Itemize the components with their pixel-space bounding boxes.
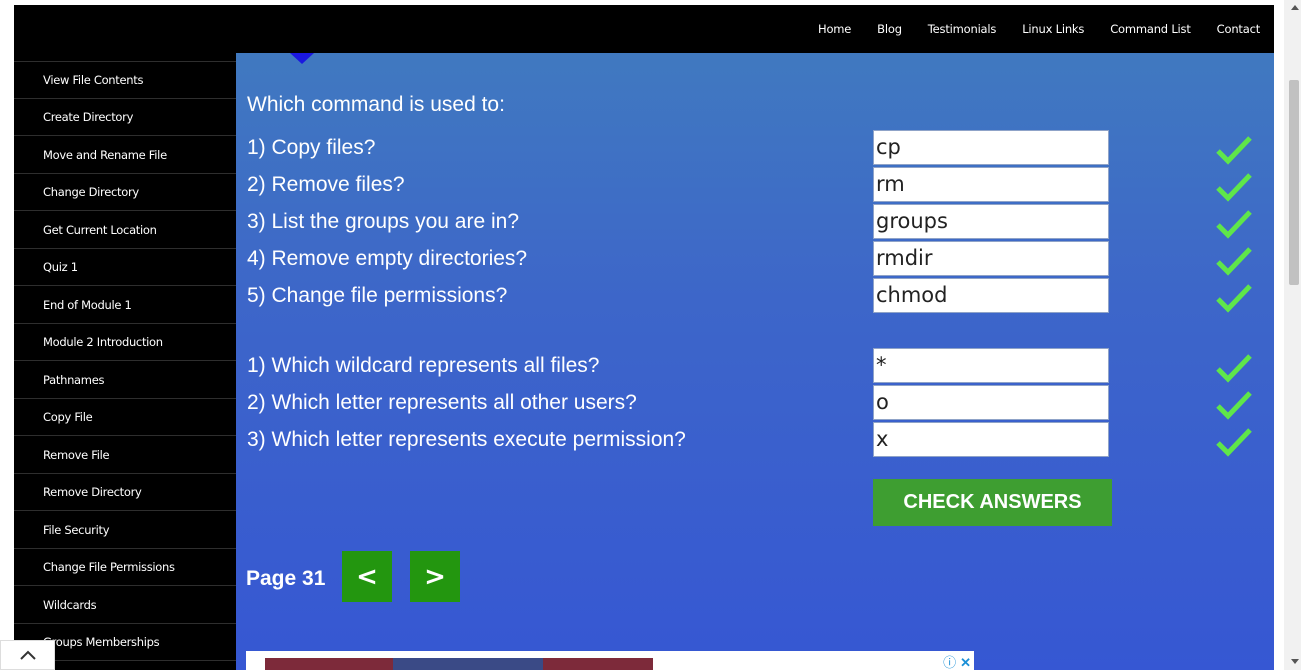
top-nav: Home Blog Testimonials Linux Links Comma… — [792, 5, 1260, 53]
answer-field[interactable]: rm — [873, 167, 1109, 202]
ad-image[interactable] — [265, 658, 653, 670]
next-page-button[interactable]: > — [410, 551, 460, 602]
checkmark-icon — [1216, 428, 1252, 457]
back-to-top-button[interactable] — [0, 640, 55, 670]
answer-field[interactable]: chmod — [873, 278, 1109, 313]
checkmark-icon — [1216, 173, 1252, 202]
question-label: 1) Which wildcard represents all files? — [247, 354, 600, 377]
checkmark-icon — [1216, 284, 1252, 313]
question-label: 1) Copy files? — [247, 136, 376, 159]
sidebar-item-remove-directory[interactable]: Remove Directory — [14, 474, 236, 511]
question-label: 2) Remove files? — [247, 173, 405, 196]
nav-linux-links[interactable]: Linux Links — [1022, 22, 1084, 36]
checkmark-icon — [1216, 210, 1252, 239]
sidebar-item-quiz-1[interactable]: Quiz 1 — [14, 249, 236, 286]
answer-field[interactable]: x — [873, 422, 1109, 457]
nav-command-list[interactable]: Command List — [1110, 22, 1191, 36]
scrollbar-thumb[interactable] — [1289, 80, 1299, 285]
close-icon[interactable]: ✕ — [960, 655, 971, 670]
info-icon[interactable]: ⓘ — [943, 655, 956, 670]
nav-home[interactable]: Home — [818, 22, 851, 36]
question-label: 2) Which letter represents all other use… — [247, 391, 637, 414]
scroll-down-arrow-icon[interactable] — [1291, 659, 1299, 664]
sidebar-item-module-2-introduction[interactable]: Module 2 Introduction — [14, 324, 236, 361]
chevron-up-icon — [19, 650, 36, 660]
sidebar-item-pathnames[interactable]: Pathnames — [14, 362, 236, 399]
scroll-up-arrow-icon[interactable] — [1291, 5, 1299, 10]
checkmark-icon — [1216, 391, 1252, 420]
sidebar-item-move-rename-file[interactable]: Move and Rename File — [14, 137, 236, 174]
advertisement-banner[interactable]: ⓘ ✕ — [246, 651, 974, 670]
quiz-heading: Which command is used to: — [247, 93, 505, 116]
question-label: 4) Remove empty directories? — [247, 247, 528, 270]
previous-page-button[interactable]: < — [342, 551, 392, 602]
quiz-panel: Which command is used to: 1) Copy files?… — [236, 53, 1274, 670]
ad-image-detail — [393, 658, 543, 670]
checkmark-icon — [1216, 354, 1252, 383]
sidebar-item-get-current-location[interactable]: Get Current Location — [14, 212, 236, 249]
answer-field[interactable]: o — [873, 385, 1109, 420]
page-number: Page 31 — [246, 567, 326, 590]
sidebar-item-change-directory[interactable]: Change Directory — [14, 174, 236, 211]
question-label: 5) Change file permissions? — [247, 284, 508, 307]
sidebar-item-copy-file[interactable]: Copy File — [14, 399, 236, 436]
nav-blog[interactable]: Blog — [877, 22, 902, 36]
nav-contact[interactable]: Contact — [1217, 22, 1261, 36]
answer-field[interactable]: * — [873, 348, 1109, 383]
sidebar-item-end-of-module-1[interactable]: End of Module 1 — [14, 287, 236, 324]
nav-testimonials[interactable]: Testimonials — [928, 22, 997, 36]
question-label: 3) Which letter represents execute permi… — [247, 428, 686, 451]
ad-controls: ⓘ ✕ — [943, 652, 971, 670]
checkmark-icon — [1216, 247, 1252, 276]
top-navigation-bar: Home Blog Testimonials Linux Links Comma… — [14, 5, 1274, 53]
left-margin — [0, 0, 14, 670]
sidebar: View File Contents Create Directory Move… — [14, 53, 236, 670]
sidebar-item-view-file-contents[interactable]: View File Contents — [14, 62, 236, 99]
sidebar-item-change-file-permissions[interactable]: Change File Permissions — [14, 549, 236, 586]
answer-field[interactable]: rmdir — [873, 241, 1109, 276]
caret-down-icon — [290, 53, 314, 64]
question-label: 3) List the groups you are in? — [247, 210, 519, 233]
sidebar-item-file-security[interactable]: File Security — [14, 512, 236, 549]
checkmark-icon — [1216, 136, 1252, 165]
sidebar-item-remove-file[interactable]: Remove File — [14, 437, 236, 474]
answer-field[interactable]: groups — [873, 204, 1109, 239]
check-answers-button[interactable]: CHECK ANSWERS — [873, 479, 1112, 526]
sidebar-item-wildcards[interactable]: Wildcards — [14, 587, 236, 624]
answer-field[interactable]: cp — [873, 130, 1109, 165]
sidebar-item-create-directory[interactable]: Create Directory — [14, 99, 236, 136]
